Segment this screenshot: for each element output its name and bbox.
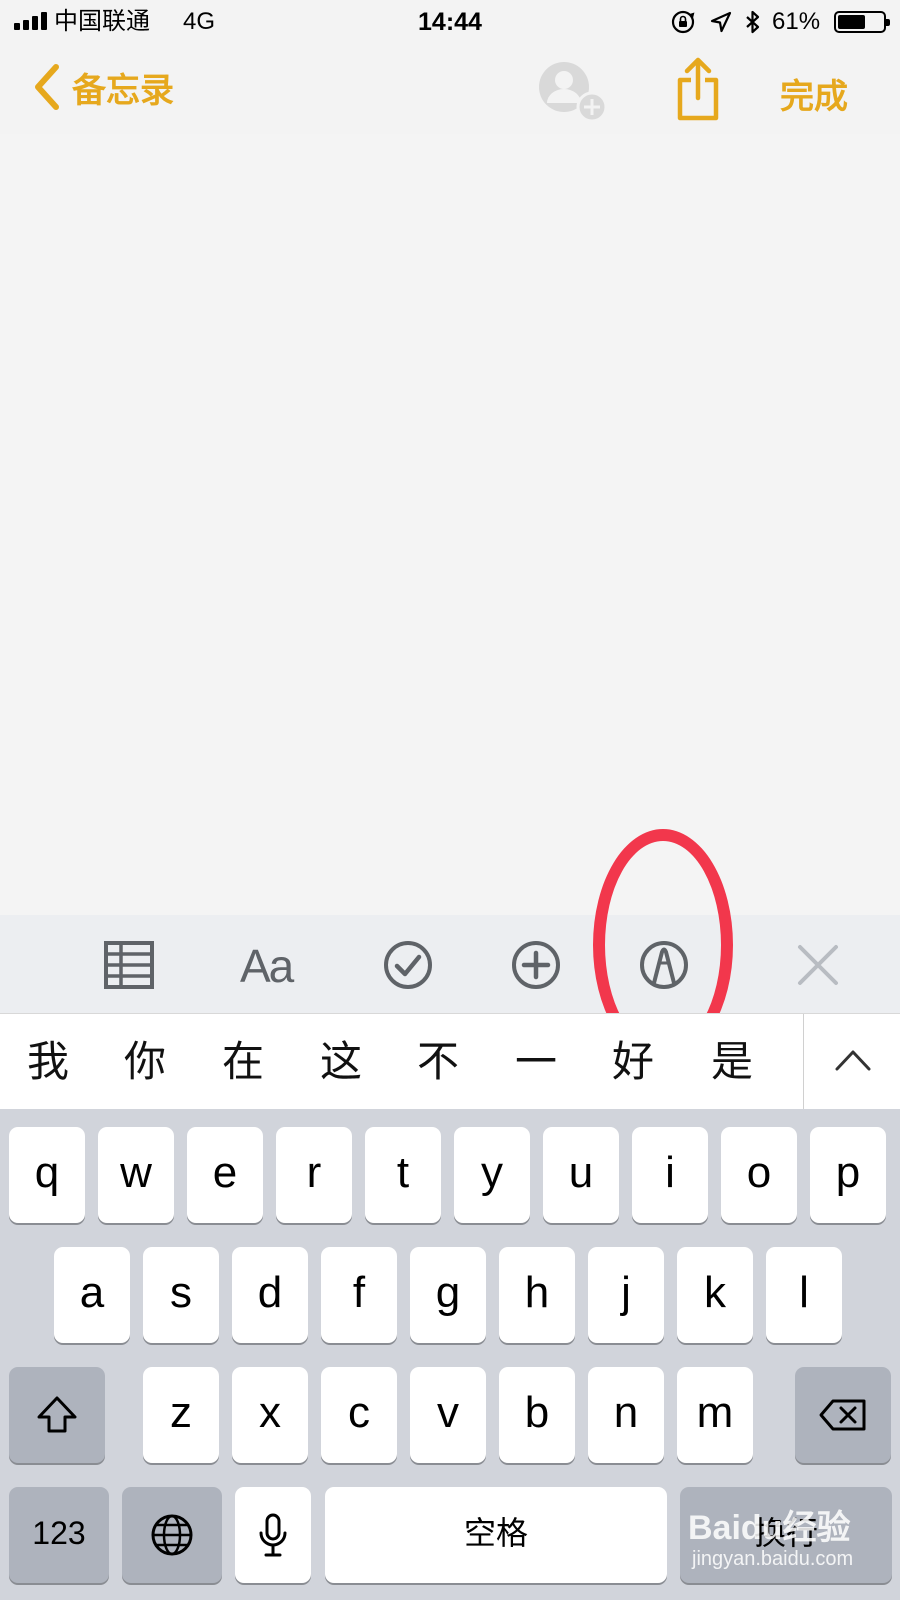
- status-bar: 中国联通 4G 14:44 61%: [0, 0, 900, 44]
- key-a[interactable]: a: [54, 1247, 130, 1343]
- key-g[interactable]: g: [410, 1247, 486, 1343]
- key-k[interactable]: k: [677, 1247, 753, 1343]
- battery-percentage: 61%: [772, 8, 821, 35]
- key-c[interactable]: c: [321, 1367, 397, 1463]
- format-toolbar: Aa: [0, 915, 900, 1013]
- key-z[interactable]: z: [143, 1367, 219, 1463]
- add-people-icon[interactable]: [536, 59, 610, 125]
- globe-key[interactable]: [122, 1487, 222, 1583]
- shift-icon: [37, 1396, 77, 1433]
- key-f[interactable]: f: [321, 1247, 397, 1343]
- text-format-icon[interactable]: Aa: [240, 943, 294, 989]
- keyboard: q w e r t y u i o p a s d f g h j k l z …: [0, 1109, 900, 1600]
- share-icon[interactable]: [674, 56, 722, 122]
- candidate-word[interactable]: 在: [213, 1034, 273, 1090]
- navigation-bar: 备忘录 完成: [0, 44, 900, 134]
- key-y[interactable]: y: [454, 1127, 530, 1223]
- candidate-word[interactable]: 你: [115, 1034, 175, 1090]
- key-u[interactable]: u: [543, 1127, 619, 1223]
- key-r[interactable]: r: [276, 1127, 352, 1223]
- table-icon[interactable]: [102, 937, 158, 993]
- back-button[interactable]: 备忘录: [30, 62, 174, 112]
- location-icon: [710, 11, 732, 33]
- numbers-key[interactable]: 123: [9, 1487, 109, 1583]
- add-icon[interactable]: [508, 937, 564, 993]
- key-e[interactable]: e: [187, 1127, 263, 1223]
- key-l[interactable]: l: [766, 1247, 842, 1343]
- candidate-bar: 我 你 在 这 不 一 好 是: [0, 1013, 900, 1110]
- dictation-key[interactable]: [235, 1487, 311, 1583]
- return-key[interactable]: 换行: [680, 1487, 892, 1583]
- shift-key[interactable]: [9, 1367, 105, 1463]
- orientation-lock-icon: [671, 10, 695, 34]
- key-x[interactable]: x: [232, 1367, 308, 1463]
- chevron-left-icon: [35, 64, 59, 110]
- key-n[interactable]: n: [588, 1367, 664, 1463]
- globe-icon: [151, 1514, 193, 1556]
- key-o[interactable]: o: [721, 1127, 797, 1223]
- space-key[interactable]: 空格: [325, 1487, 667, 1583]
- delete-key[interactable]: [795, 1367, 891, 1463]
- battery-icon: [834, 11, 890, 33]
- candidate-word[interactable]: 不: [408, 1034, 468, 1090]
- microphone-icon: [259, 1513, 287, 1557]
- key-j[interactable]: j: [588, 1247, 664, 1343]
- key-w[interactable]: w: [98, 1127, 174, 1223]
- back-button-label: 备忘录: [72, 71, 174, 110]
- chevron-up-icon: [835, 1050, 871, 1071]
- key-q[interactable]: q: [9, 1127, 85, 1223]
- key-m[interactable]: m: [677, 1367, 753, 1463]
- note-editor[interactable]: [0, 134, 900, 915]
- candidate-word[interactable]: 这: [311, 1034, 371, 1090]
- candidate-word[interactable]: 一: [506, 1034, 566, 1090]
- backspace-icon: [819, 1399, 866, 1431]
- candidate-word[interactable]: 好: [603, 1034, 663, 1090]
- key-t[interactable]: t: [365, 1127, 441, 1223]
- key-b[interactable]: b: [499, 1367, 575, 1463]
- key-p[interactable]: p: [810, 1127, 886, 1223]
- key-i[interactable]: i: [632, 1127, 708, 1223]
- markup-icon[interactable]: [636, 937, 692, 993]
- key-d[interactable]: d: [232, 1247, 308, 1343]
- candidate-word[interactable]: 是: [702, 1034, 762, 1090]
- checklist-icon[interactable]: [380, 937, 436, 993]
- close-icon[interactable]: [790, 937, 846, 993]
- key-h[interactable]: h: [499, 1247, 575, 1343]
- candidate-word[interactable]: 我: [18, 1034, 78, 1090]
- key-v[interactable]: v: [410, 1367, 486, 1463]
- key-s[interactable]: s: [143, 1247, 219, 1343]
- bluetooth-icon: [746, 10, 760, 34]
- expand-candidates-button[interactable]: [803, 1014, 900, 1110]
- done-button[interactable]: 完成: [780, 69, 848, 118]
